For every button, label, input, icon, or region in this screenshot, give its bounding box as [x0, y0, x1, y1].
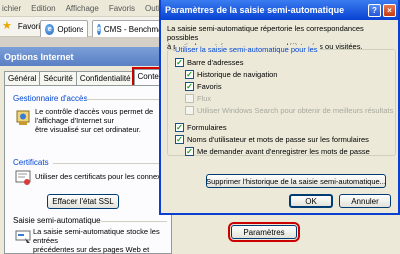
checkbox: [185, 106, 194, 115]
options-internet-window: Options Internet Général Sécurité Confid…: [0, 47, 174, 254]
section-divider: [85, 99, 167, 100]
section-title-gestionnaire: Gestionnaire d'accès: [13, 94, 88, 103]
parametres-button[interactable]: Paramètres: [228, 222, 300, 242]
tab-general[interactable]: Général: [4, 71, 41, 85]
help-icon[interactable]: ?: [368, 3, 381, 17]
gestionnaire-description: Le contrôle d'accès vous permet de l'aff…: [35, 107, 154, 134]
option-label: Formulaires: [187, 123, 227, 132]
option-me-demander[interactable]: ✓ Me demander avant d'enregistrer les mot…: [185, 147, 370, 156]
ie-page-icon: e: [97, 23, 101, 35]
option-label: Barre d'adresses: [187, 58, 244, 67]
ie-tab-options[interactable]: e Options Internet: [40, 20, 88, 37]
option-noms-utilisateur[interactable]: ✓ Noms d'utilisateur et mots de passe sur…: [175, 135, 369, 144]
menu-affichage[interactable]: Affichage: [66, 4, 99, 13]
tab-confidentialite[interactable]: Confidentialité: [75, 71, 135, 85]
dialog-body: La saisie semi-automatique répertorie le…: [161, 20, 398, 213]
section-divider: [101, 221, 167, 222]
option-historique[interactable]: ✓ Historique de navigation: [185, 70, 277, 79]
checkbox[interactable]: ✓: [175, 58, 184, 67]
checkbox: [185, 94, 194, 103]
checkbox[interactable]: ✓: [185, 82, 194, 91]
option-label: Historique de navigation: [197, 70, 278, 79]
cancel-button[interactable]: Annuler: [339, 194, 391, 208]
option-flux: Flux: [185, 94, 211, 103]
group-label: Utiliser la saisie semi-automatique pour…: [175, 45, 320, 54]
checkbox[interactable]: ✓: [185, 70, 194, 79]
favorites-star-icon[interactable]: ★: [2, 21, 12, 32]
option-barre-adresses[interactable]: ✓ Barre d'adresses: [175, 58, 243, 67]
option-label: Favoris: [197, 82, 222, 91]
saisie-description: La saisie semi-automatique stocke les en…: [33, 227, 160, 254]
menu-favoris[interactable]: Favoris: [109, 4, 135, 13]
option-formulaires[interactable]: ✓ Formulaires: [175, 123, 227, 132]
checkbox[interactable]: ✓: [175, 135, 184, 144]
option-favoris[interactable]: ✓ Favoris: [185, 82, 222, 91]
autocomplete-icon: [15, 230, 31, 243]
ok-button[interactable]: OK: [289, 194, 333, 208]
certificats-description: Utiliser des certificats pour les connex…: [35, 172, 171, 181]
dialog-title: Paramètres de la saisie semi-automatique: [165, 5, 345, 15]
ie-page-icon: e: [45, 23, 55, 35]
checkbox[interactable]: ✓: [175, 123, 184, 132]
delete-history-button[interactable]: Supprimer l'historique de la saisie semi…: [206, 174, 386, 188]
section-title-saisie: Saisie semi-automatique: [13, 216, 101, 225]
checkbox[interactable]: ✓: [185, 147, 194, 156]
autocomplete-settings-dialog: Paramètres de la saisie semi-automatique…: [159, 0, 400, 215]
dialog-titlebar[interactable]: Paramètres de la saisie semi-automatique…: [161, 0, 398, 20]
option-label: Flux: [197, 94, 212, 103]
option-label: Noms d'utilisateur et mots de passe sur …: [187, 135, 369, 144]
options-content-panel: Gestionnaire d'accès Le contrôle d'accès…: [4, 85, 172, 254]
menu-edition[interactable]: Edition: [31, 4, 55, 13]
section-divider: [53, 163, 167, 164]
content-advisor-icon: [16, 110, 30, 125]
option-windows-search: Utiliser Windows Search pour obtenir de …: [185, 106, 393, 115]
ie-tab-cms[interactable]: e CMS - Benchmark Group: [92, 20, 194, 37]
clear-ssl-button[interactable]: Effacer l'état SSL: [47, 194, 119, 209]
tab-securite[interactable]: Sécurité: [39, 71, 77, 85]
options-tabs: Général Sécurité Confidentialité Contenu: [4, 67, 174, 87]
options-title: Options Internet: [0, 47, 171, 66]
option-label: Utiliser Windows Search pour obtenir de …: [197, 106, 394, 115]
ie-tab-options-label: Options Internet: [57, 24, 83, 34]
section-title-certificats: Certificats: [13, 158, 49, 167]
option-label: Me demander avant d'enregistrer les mots…: [197, 147, 370, 156]
certificate-icon: [15, 170, 31, 185]
close-icon[interactable]: ×: [383, 3, 396, 17]
menu-fichier[interactable]: ichier: [2, 4, 21, 13]
